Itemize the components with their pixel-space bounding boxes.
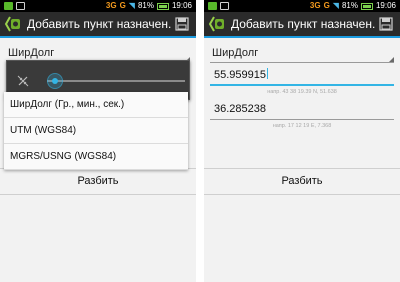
battery-icon: [360, 2, 373, 10]
app-back-icon[interactable]: [206, 13, 228, 35]
format-dropdown: ШирДолг (Гр., мин., сек.) UTM (WGS84) MG…: [4, 92, 188, 170]
screen-title: Добавить пункт назначен...: [231, 17, 376, 31]
format-option-utm[interactable]: UTM (WGS84): [4, 118, 188, 144]
network-3g-label: 3G: [105, 1, 117, 10]
clock: 19:06: [171, 1, 192, 10]
accuracy-slider-thumb[interactable]: [47, 73, 63, 89]
network-3g-label: 3G: [309, 1, 321, 10]
split-button[interactable]: Разбить: [0, 169, 196, 193]
latitude-hint: напр. 43 38 19.39 N, 51.638: [267, 89, 337, 95]
split-button[interactable]: Разбить: [204, 169, 400, 193]
format-option-dms[interactable]: ШирДолг (Гр., мин., сек.): [4, 92, 188, 118]
screenshot-root: 3G G ◥ 81% 19:06 Добавить пункт назначен…: [0, 0, 400, 282]
image-notification-icon: [220, 2, 229, 10]
save-icon[interactable]: [376, 14, 396, 34]
status-bar: 3G G ◥ 81% 19:06: [0, 0, 196, 12]
battery-icon: [156, 2, 169, 10]
divider: [0, 194, 196, 195]
left-screen: 3G G ◥ 81% 19:06 Добавить пункт назначен…: [0, 0, 196, 282]
battery-percent: 81%: [137, 1, 154, 10]
spinner-arrow-icon: [389, 57, 394, 62]
wifi-icon: ◥: [332, 1, 339, 10]
format-option-mgrs[interactable]: MGRS/USNG (WGS84): [4, 144, 188, 170]
action-bar: Добавить пункт назначен...: [0, 12, 196, 38]
longitude-hint: напр. 17 12 19 E, 7.368: [272, 123, 332, 129]
format-spinner-value: ШирДолг: [212, 47, 259, 59]
longitude-value: 36.285238: [214, 103, 266, 115]
image-notification-icon: [16, 2, 25, 10]
battery-percent: 81%: [341, 1, 358, 10]
latitude-value: 55.959915: [214, 69, 266, 81]
wifi-icon: ◥: [128, 1, 135, 10]
save-icon[interactable]: [172, 14, 192, 34]
notification-icon: [4, 2, 13, 10]
text-cursor: [267, 68, 268, 79]
right-screen: 3G G ◥ 81% 19:06 Добавить пункт назначен…: [204, 0, 400, 282]
network-g-label: G: [323, 1, 330, 10]
notification-icon: [208, 2, 217, 10]
screen-title: Добавить пункт назначен...: [27, 17, 172, 31]
format-spinner[interactable]: ШирДолг: [210, 45, 394, 63]
accuracy-slider-track[interactable]: [47, 80, 185, 82]
app-back-icon[interactable]: [2, 13, 24, 35]
right-content: ШирДолг 55.959915 напр. 43 38 19.39 N, 5…: [204, 40, 400, 282]
status-bar: 3G G ◥ 81% 19:06: [204, 0, 400, 12]
gps-off-icon[interactable]: [16, 73, 30, 87]
format-spinner-value: ШирДолг: [8, 47, 55, 59]
longitude-input[interactable]: 36.285238: [210, 100, 394, 120]
action-bar: Добавить пункт назначен...: [204, 12, 400, 38]
latitude-input[interactable]: 55.959915: [210, 66, 394, 86]
divider: [204, 194, 400, 195]
network-g-label: G: [119, 1, 126, 10]
clock: 19:06: [375, 1, 396, 10]
